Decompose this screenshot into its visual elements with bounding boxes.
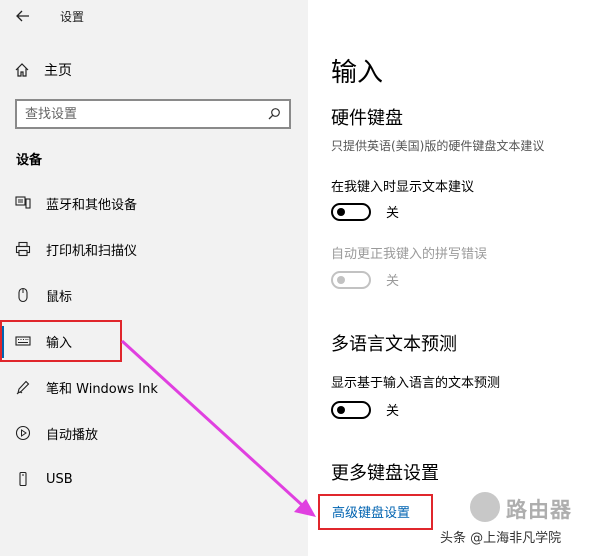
watermark-credit: 头条 @上海非凡学院 bbox=[440, 531, 562, 546]
annotation-arrow bbox=[120, 339, 316, 517]
watermark-logo-icon bbox=[470, 492, 500, 522]
watermark-brand: 路由器 bbox=[506, 498, 572, 522]
